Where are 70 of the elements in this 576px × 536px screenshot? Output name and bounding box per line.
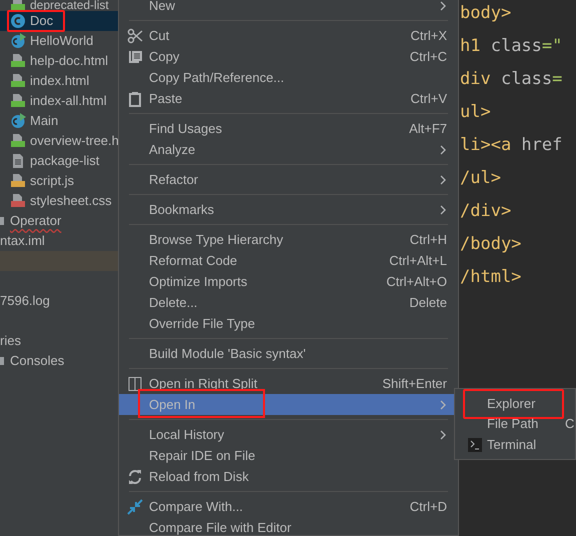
menu-item[interactable]: File Path C — [455, 413, 575, 434]
file-name[interactable]: ries — [0, 333, 21, 349]
file-name[interactable]: stylesheet.css — [30, 193, 112, 209]
code-line: /div> — [460, 200, 512, 222]
compare-icon — [127, 498, 143, 514]
file-name[interactable]: index.html — [30, 73, 90, 89]
menu-item[interactable]: Bookmarks — [119, 199, 458, 220]
class-icon — [10, 13, 26, 29]
file-name[interactable]: Main — [30, 113, 58, 129]
menu-item[interactable]: Refactor — [119, 169, 458, 190]
menu-item[interactable]: Delete... Delete — [119, 292, 458, 313]
menu-item[interactable]: Analyze — [119, 139, 458, 160]
menu-item[interactable]: New — [119, 0, 458, 16]
file-name[interactable]: overview-tree.h — [30, 133, 118, 149]
scissors-icon — [127, 28, 143, 44]
text-file-icon — [10, 153, 26, 169]
file-name[interactable]: 7596.log — [0, 293, 50, 309]
file-name[interactable]: package-list — [30, 153, 100, 169]
code-line: div class= — [460, 68, 562, 90]
split-view-icon — [127, 376, 143, 392]
clipboard-icon — [127, 90, 143, 106]
file-name[interactable]: Operator — [10, 213, 62, 229]
code-line: /ul> — [460, 166, 501, 188]
menu-item[interactable]: Compare File with Editor — [119, 517, 458, 535]
menu-item[interactable]: Reformat Code Ctrl+Alt+L — [119, 250, 458, 271]
menu-item[interactable]: Optimize Imports Ctrl+Alt+O — [119, 271, 458, 292]
js-file-icon — [10, 173, 26, 189]
menu-item[interactable]: Reload from Disk — [119, 466, 458, 487]
menu-item[interactable]: Terminal — [455, 434, 575, 455]
tree-row[interactable] — [0, 251, 118, 271]
file-name[interactable]: Doc — [30, 13, 54, 29]
file-name[interactable]: Consoles — [10, 353, 64, 369]
terminal-icon — [468, 438, 482, 452]
menu-item[interactable]: Build Module 'Basic syntax' — [119, 343, 458, 364]
folder-icon — [0, 217, 4, 225]
html-file-icon — [10, 133, 26, 149]
runnable-class-icon — [10, 33, 26, 49]
menu-item[interactable]: Paste Ctrl+V — [119, 88, 458, 109]
html-file-icon — [10, 0, 26, 10]
code-line: ul> — [460, 100, 491, 122]
code-line: h1 class=" — [460, 34, 562, 56]
file-name[interactable]: index-all.html — [30, 93, 107, 109]
file-name[interactable]: script.js — [30, 173, 74, 189]
file-name[interactable]: ntax.iml — [0, 233, 45, 249]
runnable-class-icon — [10, 113, 26, 129]
html-file-icon — [10, 53, 26, 69]
code-line: li><a href — [460, 134, 562, 156]
menu-item[interactable]: Override File Type — [119, 313, 458, 334]
code-line: /body> — [460, 232, 522, 254]
menu-item[interactable]: Local History — [119, 424, 458, 445]
copy-icon — [127, 48, 143, 64]
css-file-icon — [10, 193, 26, 209]
html-file-icon — [10, 93, 26, 109]
code-line: /html> — [460, 266, 522, 288]
menu-item[interactable]: Compare With... Ctrl+D — [119, 496, 458, 517]
menu-item[interactable]: Repair IDE on File — [119, 445, 458, 466]
file-name[interactable]: help-doc.html — [30, 53, 108, 69]
menu-item[interactable]: Copy Path/Reference... — [119, 67, 458, 88]
menu-item[interactable]: Browse Type Hierarchy Ctrl+H — [119, 229, 458, 250]
menu-item[interactable]: Cut Ctrl+X — [119, 25, 458, 46]
code-line: body> — [460, 2, 512, 24]
menu-item[interactable]: Open in Right Split Shift+Enter — [119, 373, 458, 394]
file-name[interactable]: HelloWorld — [30, 33, 94, 49]
menu-item[interactable]: Find Usages Alt+F7 — [119, 118, 458, 139]
menu-item[interactable]: Copy Ctrl+C — [119, 46, 458, 67]
file-name[interactable]: deprecated-list — [30, 0, 109, 11]
reload-icon — [127, 468, 143, 484]
folder-icon — [0, 357, 4, 365]
menu-item[interactable]: Explorer — [465, 394, 562, 414]
html-file-icon — [10, 73, 26, 89]
